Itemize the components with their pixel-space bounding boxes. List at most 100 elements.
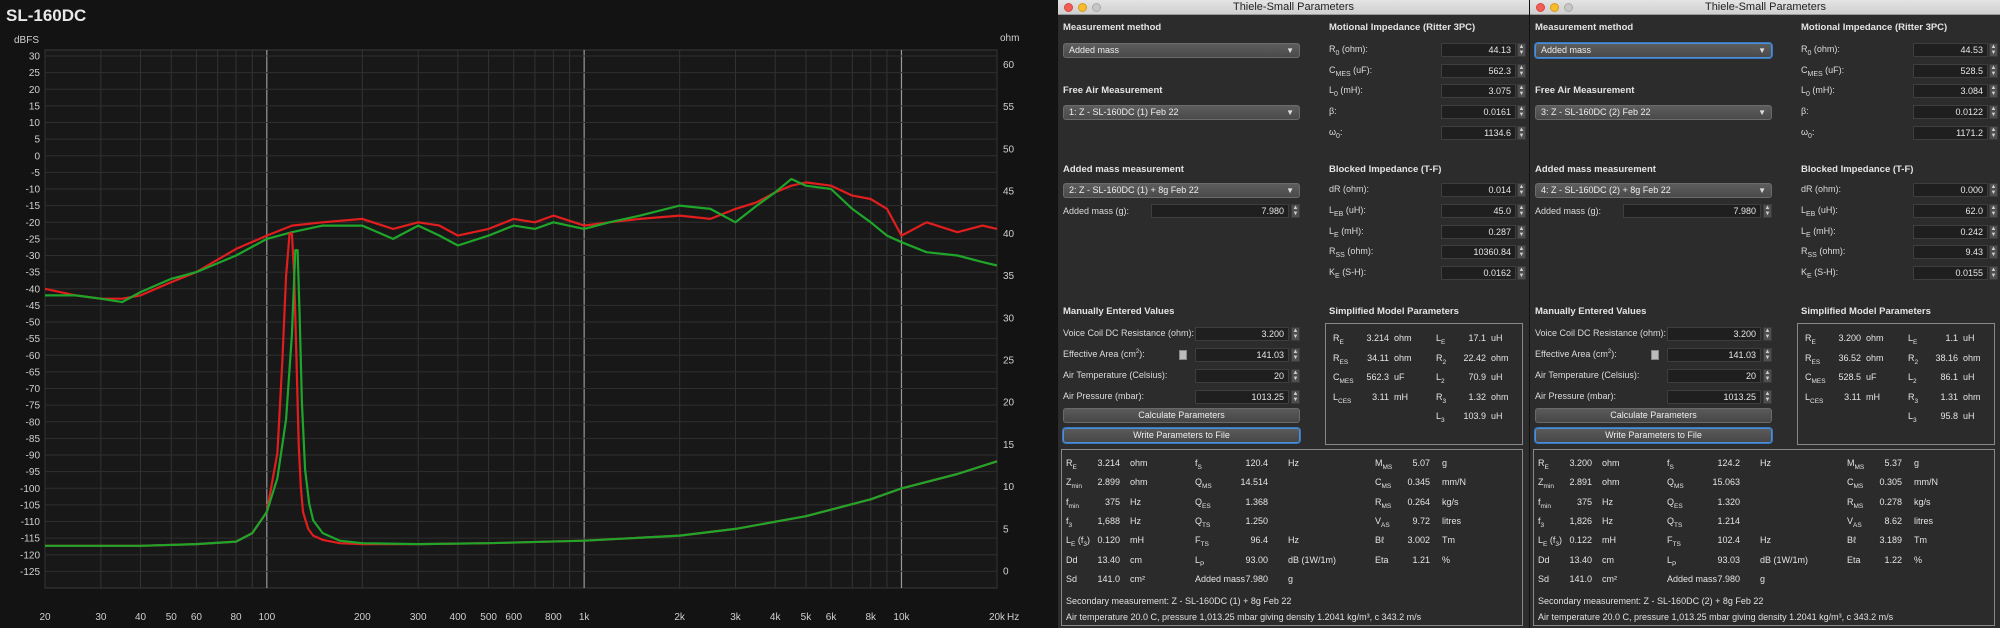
graph-panel[interactable]: 30 25 20 15 10 5 0 -5 -10 -15 -20 -25 -30 -35 -40 -45 -5…	[0, 0, 1056, 628]
close-window-icon[interactable]	[1064, 3, 1073, 12]
blocked-param-stepper[interactable]: ▲ ▼	[1989, 224, 1998, 239]
air-temperature-input[interactable]: 20	[1667, 369, 1761, 383]
minimize-window-icon[interactable]	[1078, 3, 1087, 12]
result-value: 141.0	[1569, 573, 1592, 584]
effective-area-stepper[interactable]: ▲ ▼	[1763, 348, 1772, 362]
free-air-select[interactable]: 1: Z - SL-160DC (1) Feb 22 ▼	[1063, 105, 1300, 120]
blocked-param-stepper[interactable]: ▲ ▼	[1989, 266, 1998, 281]
close-window-icon[interactable]	[1536, 3, 1545, 12]
blocked-param-input[interactable]: 0.242	[1913, 224, 1988, 239]
zoom-window-icon[interactable]	[1092, 3, 1101, 12]
y-right-tick-label: 30	[1003, 313, 1015, 324]
air-pressure-input[interactable]: 1013.25	[1667, 390, 1761, 404]
added-mass-measurement-select[interactable]: 2: Z - SL-160DC (1) + 8g Feb 22 ▼	[1063, 183, 1300, 198]
zoom-window-icon[interactable]	[1564, 3, 1573, 12]
blocked-param-stepper[interactable]: ▲ ▼	[1517, 203, 1526, 218]
voice-coil-resistance-stepper[interactable]: ▲ ▼	[1763, 327, 1772, 341]
voice-coil-resistance-input[interactable]: 3.200	[1195, 327, 1289, 341]
motional-param-input[interactable]: 1134.6	[1441, 125, 1516, 140]
x-tick-label: 6k	[826, 612, 838, 623]
motional-param-stepper[interactable]: ▲ ▼	[1517, 125, 1526, 140]
voice-coil-resistance-input[interactable]: 3.200	[1667, 327, 1761, 341]
result-value: 3.189	[1879, 535, 1902, 546]
window-titlebar[interactable]: Thiele-Small Parameters	[1530, 0, 2000, 15]
result-symbol: QMS	[1667, 477, 1684, 491]
blocked-param-input[interactable]: 0.0162	[1441, 266, 1516, 281]
effective-area-input[interactable]: 141.03	[1195, 348, 1289, 362]
air-temperature-input[interactable]: 20	[1195, 369, 1289, 383]
blocked-param-stepper[interactable]: ▲ ▼	[1517, 224, 1526, 239]
blocked-param-stepper[interactable]: ▲ ▼	[1989, 245, 1998, 260]
frequency-response-chart[interactable]: 302520151050-5-10-15-20-25-30-35-40-45-5…	[0, 0, 1056, 628]
motional-param-input[interactable]: 3.075	[1441, 84, 1516, 99]
minimize-window-icon[interactable]	[1550, 3, 1559, 12]
added-mass-g-stepper[interactable]: ▲ ▼	[1291, 204, 1300, 218]
calculate-parameters-button[interactable]: Calculate Parameters	[1535, 408, 1772, 423]
calculate-parameters-button[interactable]: Calculate Parameters	[1063, 408, 1300, 423]
blocked-param-input[interactable]: 0.0155	[1913, 266, 1988, 281]
blocked-param-input[interactable]: 45.0	[1441, 203, 1516, 218]
motional-param-stepper[interactable]: ▲ ▼	[1989, 63, 1998, 78]
effective-area-stepper[interactable]: ▲ ▼	[1291, 348, 1300, 362]
motional-param-input[interactable]: 528.5	[1913, 63, 1988, 78]
motional-param-stepper[interactable]: ▲ ▼	[1989, 43, 1998, 57]
motional-param-input[interactable]: 0.0122	[1913, 105, 1988, 120]
simplified-param-unit: uF	[1866, 372, 1877, 382]
air-temperature-stepper[interactable]: ▲ ▼	[1763, 369, 1772, 383]
motional-param-stepper[interactable]: ▲ ▼	[1517, 43, 1526, 57]
blocked-param-input[interactable]: 9.43	[1913, 245, 1988, 260]
motional-param-stepper[interactable]: ▲ ▼	[1517, 84, 1526, 99]
motional-param-input[interactable]: 0.0161	[1441, 105, 1516, 120]
calculator-icon[interactable]	[1179, 350, 1187, 360]
result-unit: mm/N	[1914, 477, 1938, 488]
motional-param-input[interactable]: 44.53	[1913, 43, 1988, 57]
results-box: RE 3.214 ohm fS 120.4 Hz MMS 5.07 g Zmin 2.899 ohm Q…	[1061, 449, 1523, 626]
blocked-param-input[interactable]: 62.0	[1913, 203, 1988, 218]
window-titlebar[interactable]: Thiele-Small Parameters	[1058, 0, 1529, 15]
motional-param-input[interactable]: 3.084	[1913, 84, 1988, 99]
measurement-method-select[interactable]: Added mass ▼	[1063, 43, 1300, 58]
air-pressure-stepper[interactable]: ▲ ▼	[1763, 390, 1772, 404]
air-pressure-input[interactable]: 1013.25	[1195, 390, 1289, 404]
write-parameters-button[interactable]: Write Parameters to File	[1063, 428, 1300, 443]
air-temperature-stepper[interactable]: ▲ ▼	[1291, 369, 1300, 383]
blocked-param-input[interactable]: 0.287	[1441, 224, 1516, 239]
motional-param-stepper[interactable]: ▲ ▼	[1517, 105, 1526, 120]
calculator-icon[interactable]	[1651, 350, 1659, 360]
motional-param-label: CMES (uF):	[1801, 64, 1845, 78]
motional-param-input[interactable]: 562.3	[1441, 63, 1516, 78]
added-mass-g-input[interactable]: 7.980	[1151, 204, 1289, 218]
motional-param-stepper[interactable]: ▲ ▼	[1989, 105, 1998, 120]
result-unit: dB (1W/1m)	[1760, 554, 1809, 565]
motional-param-input[interactable]: 44.13	[1441, 43, 1516, 57]
blocked-param-input[interactable]: 0.014	[1441, 183, 1516, 197]
simplified-param-symbol: LCES	[1333, 391, 1352, 405]
blocked-param-stepper[interactable]: ▲ ▼	[1517, 245, 1526, 260]
motional-param-stepper[interactable]: ▲ ▼	[1989, 125, 1998, 140]
motional-param-stepper[interactable]: ▲ ▼	[1989, 84, 1998, 99]
motional-param-stepper[interactable]: ▲ ▼	[1517, 63, 1526, 78]
measurement-method-select[interactable]: Added mass ▼	[1535, 43, 1772, 58]
blocked-param-stepper[interactable]: ▲ ▼	[1517, 183, 1526, 197]
motional-param-input[interactable]: 1171.2	[1913, 125, 1988, 140]
effective-area-label-text: Effective Area (cm	[1535, 349, 1608, 359]
y-left-tick-label: -70	[26, 384, 41, 395]
added-mass-measurement-select[interactable]: 4: Z - SL-160DC (2) + 8g Feb 22 ▼	[1535, 183, 1772, 198]
added-mass-g-input[interactable]: 7.980	[1623, 204, 1761, 218]
blocked-param-stepper[interactable]: ▲ ▼	[1989, 183, 1998, 197]
result-symbol: Eta	[1375, 554, 1389, 565]
result-unit: ohm	[1602, 477, 1620, 488]
effective-area-input[interactable]: 141.03	[1667, 348, 1761, 362]
blocked-param-input[interactable]: 10360.84	[1441, 245, 1516, 260]
blocked-param-stepper[interactable]: ▲ ▼	[1989, 203, 1998, 218]
free-air-select[interactable]: 3: Z - SL-160DC (2) Feb 22 ▼	[1535, 105, 1772, 120]
blocked-param-stepper[interactable]: ▲ ▼	[1517, 266, 1526, 281]
voice-coil-resistance-stepper[interactable]: ▲ ▼	[1291, 327, 1300, 341]
added-mass-g-stepper[interactable]: ▲ ▼	[1763, 204, 1772, 218]
y-right-tick-label: 0	[1003, 567, 1009, 578]
air-pressure-stepper[interactable]: ▲ ▼	[1291, 390, 1300, 404]
blocked-param-input[interactable]: 0.000	[1913, 183, 1988, 197]
simplified-param-value: 562.3	[1366, 372, 1389, 382]
write-parameters-button[interactable]: Write Parameters to File	[1535, 428, 1772, 443]
result-unit: g	[1760, 573, 1766, 584]
